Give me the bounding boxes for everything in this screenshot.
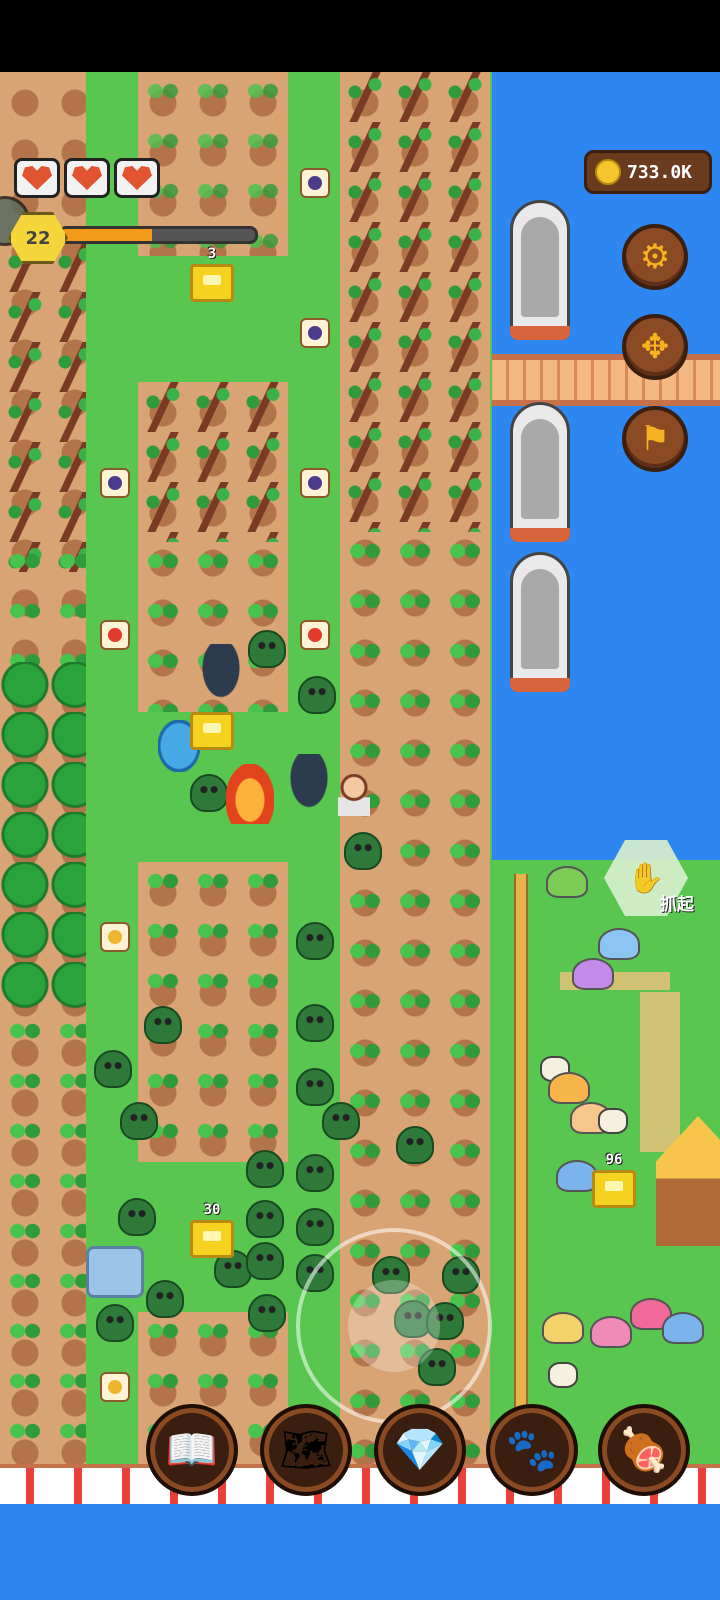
heart-icon — [114, 158, 160, 198]
status-bar — [0, 0, 720, 72]
goblin-enemy[interactable] — [322, 1102, 360, 1140]
goblin-enemy[interactable] — [120, 1102, 158, 1140]
flag-icon: ⚑ — [639, 419, 671, 459]
xp-progress-bar — [58, 226, 258, 244]
grape-item[interactable] — [300, 468, 330, 498]
chest-count: 96 — [605, 1152, 623, 1168]
goblin-enemy[interactable] — [296, 1154, 334, 1192]
pear-item[interactable] — [100, 1372, 130, 1402]
boat-3[interactable] — [510, 552, 570, 692]
paw-icon: 🐾 — [505, 1425, 559, 1474]
fruit-trees-left — [0, 662, 86, 1012]
chest-count: 30 — [203, 1202, 221, 1218]
gear-icon: ⚙ — [639, 237, 671, 277]
boat-1[interactable] — [510, 200, 570, 340]
green-knight-ally[interactable] — [190, 774, 228, 812]
book-button[interactable]: 📖 — [146, 1404, 238, 1496]
goblin-enemy[interactable] — [246, 1150, 284, 1188]
goblin-enemy[interactable] — [94, 1050, 132, 1088]
grab-label: 抓起 — [660, 895, 694, 915]
hawk-ally[interactable] — [286, 754, 332, 814]
grape-item[interactable] — [300, 318, 330, 348]
map-button[interactable]: 🗺 — [260, 1404, 352, 1496]
move-arrows-icon: ✥ — [640, 327, 670, 367]
goblin-enemy[interactable] — [344, 832, 382, 870]
pink-slime[interactable] — [590, 1316, 632, 1348]
pear-item[interactable] — [100, 922, 130, 952]
fire-spirit-ally[interactable] — [226, 764, 274, 824]
treasure-chest[interactable] — [592, 1170, 636, 1208]
chest-count: 3 — [207, 246, 217, 262]
green-mushroom-slime[interactable] — [546, 866, 588, 898]
book-icon: 📖 — [165, 1425, 219, 1474]
grape-item[interactable] — [300, 168, 330, 198]
shop-button[interactable]: 💎 — [374, 1404, 466, 1496]
coin-counter: 733.0K — [584, 150, 712, 194]
sea-bottom — [0, 1504, 720, 1600]
settings-button[interactable]: ⚙ — [622, 224, 688, 290]
saplings-left-bottom — [0, 1012, 86, 1472]
grape-item[interactable] — [100, 468, 130, 498]
water-fountain[interactable] — [86, 1246, 144, 1298]
food-button[interactable]: 🍖 — [598, 1404, 690, 1496]
joystick-knob[interactable] — [348, 1280, 440, 1372]
coin-value: 733.0K — [627, 161, 693, 183]
dark-knight-ally[interactable] — [198, 644, 244, 704]
player-character[interactable] — [338, 774, 370, 816]
game-screen: 3 30 96 22 733.0K ⚙ ✥ ⚑ ✋ 抓起 � — [0, 0, 720, 1600]
vines-center — [138, 382, 288, 542]
saplings-left-top — [0, 542, 86, 682]
goblin-enemy[interactable] — [96, 1304, 134, 1342]
vines-left — [0, 242, 86, 572]
goblin-enemy[interactable] — [296, 1004, 334, 1042]
health-hearts — [14, 158, 160, 198]
coin-icon — [595, 159, 621, 185]
goblin-enemy[interactable] — [146, 1280, 184, 1318]
orange-slime[interactable] — [548, 1072, 590, 1104]
bottom-action-dock: 📖 🗺 💎 🐾 🍖 — [146, 1404, 706, 1496]
pets-button[interactable]: 🐾 — [486, 1404, 578, 1496]
diamond-coin-icon: 💎 — [393, 1425, 447, 1474]
meat-icon: 🍖 — [617, 1425, 671, 1474]
heart-icon — [14, 158, 60, 198]
blue-slime[interactable] — [662, 1312, 704, 1344]
goblin-enemy[interactable] — [296, 922, 334, 960]
pasture-fence — [514, 874, 528, 1474]
flag-button[interactable]: ⚑ — [622, 406, 688, 472]
blue-slime[interactable] — [598, 928, 640, 960]
goblin-enemy[interactable] — [118, 1198, 156, 1236]
heart-icon — [64, 158, 110, 198]
yellow-slime[interactable] — [542, 1312, 584, 1344]
treasure-chest[interactable] — [190, 1220, 234, 1258]
move-button[interactable]: ✥ — [622, 314, 688, 380]
apple-item[interactable] — [100, 620, 130, 650]
dirt-path-2 — [640, 992, 680, 1152]
purple-slime[interactable] — [572, 958, 614, 990]
goblin-enemy[interactable] — [248, 1294, 286, 1332]
goblin-enemy[interactable] — [144, 1006, 182, 1044]
goblin-enemy[interactable] — [246, 1200, 284, 1238]
bee-creature[interactable] — [548, 1362, 578, 1388]
goblin-enemy[interactable] — [296, 1068, 334, 1106]
vines-right — [340, 72, 490, 532]
goblin-enemy[interactable] — [248, 630, 286, 668]
apple-item[interactable] — [300, 620, 330, 650]
goblin-enemy[interactable] — [246, 1242, 284, 1280]
boat-2[interactable] — [510, 402, 570, 542]
wooden-pier — [492, 354, 720, 406]
virtual-joystick[interactable] — [296, 1228, 492, 1424]
goblin-enemy[interactable] — [298, 676, 336, 714]
treasure-chest[interactable] — [190, 264, 234, 302]
treasure-chest[interactable] — [190, 712, 234, 750]
goblin-enemy[interactable] — [296, 1208, 334, 1246]
xp-progress-fill — [61, 229, 153, 241]
bee-creature[interactable] — [598, 1108, 628, 1134]
goblin-enemy[interactable] — [396, 1126, 434, 1164]
map-scroll-icon: 🗺 — [279, 1425, 333, 1474]
